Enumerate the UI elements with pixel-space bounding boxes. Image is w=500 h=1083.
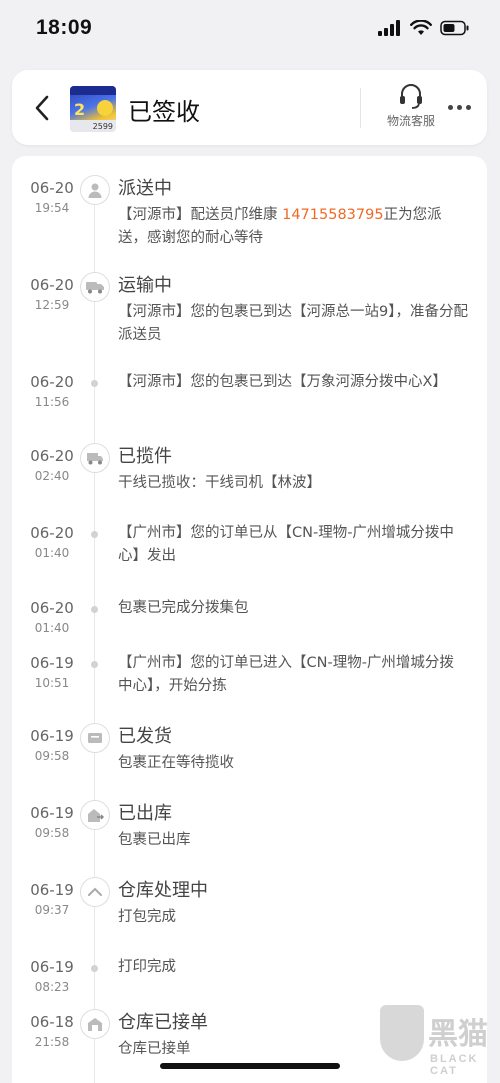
timeline-desc: 【河源市】您的包裹已到达【河源总一站9】，准备分配派送员 <box>118 304 468 343</box>
cat-shield-icon <box>380 1005 424 1061</box>
timeline-desc: 【河源市】您的包裹已到达【万象河源分拨中心X】 <box>118 374 447 390</box>
timeline-time: 08:23 <box>34 980 70 994</box>
product-thumbnail[interactable]: 2 2599 <box>70 86 116 132</box>
warehouse-out-icon <box>80 800 110 830</box>
timeline-status: 仓库已接单 <box>118 1012 208 1033</box>
back-button[interactable] <box>28 90 56 126</box>
timeline-desc: 【广州市】您的订单已进入【CN-理物-广州增城分拨中心】，开始分拣 <box>118 655 454 694</box>
timeline-date: 06-20 <box>30 447 74 465</box>
timeline-line <box>94 186 95 1083</box>
timeline-time: 10:51 <box>34 676 70 690</box>
courier-phone-link[interactable]: 14715583795 <box>282 207 383 223</box>
more-dot-icon <box>447 104 453 110</box>
timeline-time: 09:58 <box>34 826 70 840</box>
status-bar: 18:09 <box>0 0 500 60</box>
timeline-date: 06-20 <box>30 524 74 542</box>
timeline-date: 06-19 <box>30 881 74 899</box>
timeline-time: 01:40 <box>34 546 70 560</box>
timeline-date: 06-18 <box>30 1013 74 1031</box>
van-icon <box>80 443 110 473</box>
timeline-time: 09:37 <box>34 903 70 917</box>
timeline-dot <box>91 965 98 972</box>
warehouse-icon <box>80 1009 110 1039</box>
timeline-desc: 打包完成 <box>118 909 176 925</box>
more-button[interactable] <box>442 92 476 122</box>
thumbnail-number: 2 <box>74 100 86 119</box>
timeline-dot <box>91 380 98 387</box>
timeline-desc-prefix: 【河源市】配送员邝维康 <box>118 207 283 223</box>
timeline-desc: 打印完成 <box>118 959 176 975</box>
timeline-dot <box>91 606 98 613</box>
headset-icon <box>400 84 422 109</box>
customer-service-label: 物流客服 <box>386 114 435 128</box>
timeline-status: 派送中 <box>118 178 172 199</box>
customer-service-button[interactable]: 物流客服 <box>372 82 450 138</box>
thumbnail-band <box>70 86 116 95</box>
timeline-date: 06-20 <box>30 373 74 391</box>
truck-icon <box>80 272 110 302</box>
timeline-desc: 包裹已完成分拨集包 <box>118 600 249 616</box>
status-icons <box>378 20 470 36</box>
page-title: 已签收 <box>128 98 200 126</box>
timeline-status: 运输中 <box>118 275 172 296</box>
timeline-desc: 包裹正在等待揽收 <box>118 755 234 771</box>
package-icon <box>80 723 110 753</box>
timeline-time: 21:58 <box>34 1035 70 1049</box>
timeline-dot <box>91 531 98 538</box>
timeline-time: 12:59 <box>34 298 70 312</box>
timeline-desc: 包裹已出库 <box>118 832 191 848</box>
chevron-up-icon <box>80 877 110 907</box>
home-indicator[interactable] <box>160 1063 340 1069</box>
watermark-logo: 黑猫 BLACK CAT <box>380 1005 496 1081</box>
person-icon <box>80 175 110 205</box>
header-card: 2 2599 已签收 物流客服 <box>12 70 487 145</box>
battery-icon <box>440 20 469 36</box>
timeline-dot <box>91 661 98 668</box>
timeline-desc: 【河源市】配送员邝维康 14715583795正为您派送，感谢您的耐心等待 <box>118 204 468 250</box>
timeline-date: 06-20 <box>30 179 74 197</box>
more-dot-icon <box>465 104 471 110</box>
timeline-date: 06-19 <box>30 958 74 976</box>
timeline-date: 06-19 <box>30 727 74 745</box>
watermark-text: 黑猫 <box>428 1017 488 1052</box>
thumbnail-badge <box>97 100 113 116</box>
timeline-status: 已揽件 <box>118 446 172 467</box>
watermark-subtext: BLACK CAT <box>430 1053 479 1077</box>
timeline-date: 06-19 <box>30 804 74 822</box>
signal-icon <box>378 20 400 36</box>
timeline-desc: 干线已揽收：干线司机【林波】 <box>118 475 321 491</box>
timeline-status: 仓库处理中 <box>118 880 208 901</box>
timeline-status: 已出库 <box>118 803 172 824</box>
timeline-time: 09:58 <box>34 749 70 763</box>
timeline-date: 06-20 <box>30 599 74 617</box>
wifi-icon <box>410 20 432 35</box>
timeline-status: 已发货 <box>118 726 172 747</box>
timeline-time: 01:40 <box>34 621 70 635</box>
header-divider <box>360 88 361 128</box>
timeline-desc: 【广州市】您的订单已从【CN-理物-广州增城分拨中心】发出 <box>118 525 454 564</box>
timeline-date: 06-19 <box>30 654 74 672</box>
timeline-time: 02:40 <box>34 469 70 483</box>
timeline-date: 06-20 <box>30 276 74 294</box>
status-time: 18:09 <box>36 16 93 39</box>
thumbnail-price: 2599 <box>92 122 113 131</box>
timeline-card: 06-20 19:54 派送中 【河源市】配送员邝维康 14715583795正… <box>12 156 487 1083</box>
more-dot-icon <box>456 104 462 110</box>
timeline-time: 19:54 <box>34 201 70 215</box>
timeline-time: 11:56 <box>34 395 70 409</box>
back-arrow-icon <box>35 95 49 121</box>
